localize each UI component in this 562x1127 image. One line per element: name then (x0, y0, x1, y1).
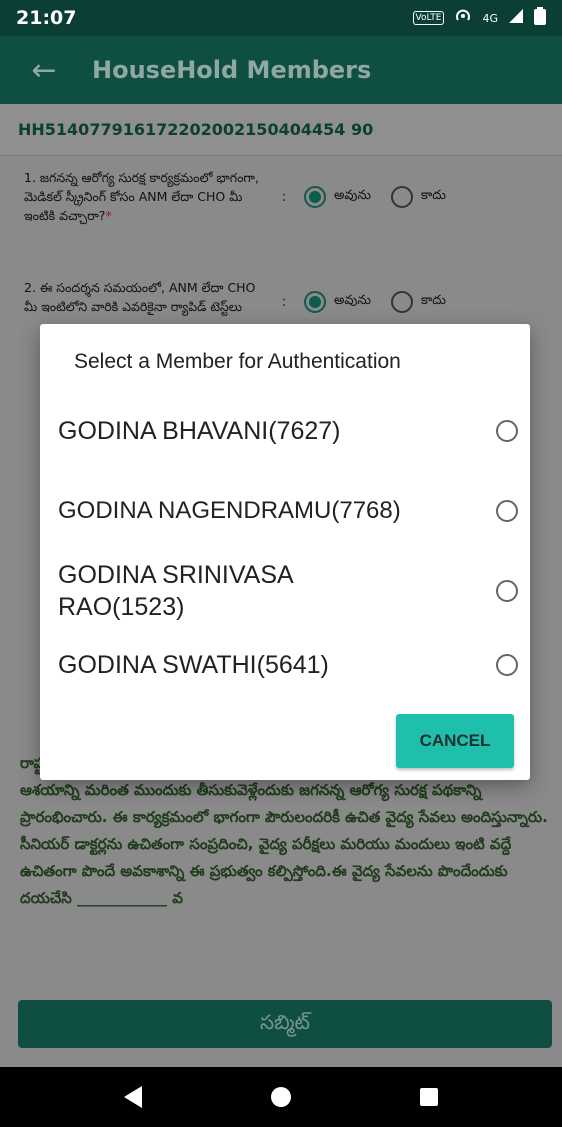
volte-icon: VoLTE (412, 11, 445, 25)
question-2-yes[interactable]: అవును (304, 291, 371, 313)
status-icons: VoLTE 4G (412, 7, 546, 29)
nav-recents-icon[interactable] (419, 1088, 438, 1106)
question-colon: : (281, 188, 287, 205)
hotspot-icon (454, 7, 472, 29)
member-option[interactable]: GODINA BHAVANI(7627) (58, 410, 518, 452)
member-name: GODINA BHAVANI(7627) (58, 417, 341, 445)
member-name: GODINA SWATHI(5641) (58, 651, 329, 679)
radio-unchecked-icon[interactable] (391, 185, 413, 208)
question-2-no[interactable]: కాదు (391, 291, 446, 313)
question-2: 2. ఈ సందర్శన సమయంలో, ANM లేదా CHO మీ ఇంట… (24, 278, 544, 326)
dialog-title: Select a Member for Authentication (74, 350, 401, 373)
battery-icon (534, 7, 546, 29)
app-bar: ← HouseHold Members (0, 36, 562, 104)
radio-unchecked-icon[interactable] (391, 291, 413, 313)
radio-checked-icon[interactable] (304, 185, 326, 208)
radio-unchecked-icon[interactable] (496, 500, 518, 522)
radio-unchecked-icon[interactable] (496, 654, 518, 676)
submit-button[interactable]: సబ్మిట్ (18, 1000, 552, 1048)
member-option[interactable]: GODINA SWATHI(5641) (58, 644, 518, 686)
household-id: HH514077916172202002150404454 90 (0, 104, 562, 156)
question-colon: : (281, 294, 287, 310)
status-bar: 21:07 VoLTE 4G (0, 0, 562, 36)
question-1-no[interactable]: కాదు (391, 185, 446, 208)
member-option[interactable]: GODINA NAGENDRAMU(7768) (58, 490, 518, 532)
required-mark: * (105, 208, 112, 223)
question-1: 1. జగనన్న ఆరోగ్య సురక్ష కార్యక్రమంలో భాగ… (24, 168, 544, 225)
page-title: HouseHold Members (92, 56, 372, 84)
navigation-bar (0, 1067, 562, 1127)
member-name: GODINA NAGENDRAMU(7768) (58, 497, 401, 524)
network-type: 4G (482, 11, 498, 25)
question-1-yes[interactable]: అవును (304, 185, 371, 208)
member-select-dialog: Select a Member for Authentication GODIN… (40, 324, 530, 780)
signal-icon (508, 8, 524, 28)
question-1-text: 1. జగనన్న ఆరోగ్య సురక్ష కార్యక్రమంలో భాగ… (24, 170, 259, 223)
cancel-button[interactable]: CANCEL (396, 714, 514, 768)
question-2-text: 2. ఈ సందర్శన సమయంలో, ANM లేదా CHO మీ ఇంట… (24, 280, 256, 314)
radio-unchecked-icon[interactable] (496, 580, 518, 602)
member-option[interactable]: GODINA SRINIVASA RAO(1523) (58, 552, 518, 630)
nav-home-icon[interactable] (270, 1087, 291, 1107)
radio-checked-icon[interactable] (304, 291, 326, 313)
nav-back-icon[interactable] (124, 1086, 143, 1108)
member-name: GODINA SRINIVASA RAO(1523) (58, 561, 293, 621)
status-time: 21:07 (16, 7, 77, 29)
radio-unchecked-icon[interactable] (496, 420, 518, 442)
back-arrow-icon[interactable]: ← (16, 53, 72, 88)
